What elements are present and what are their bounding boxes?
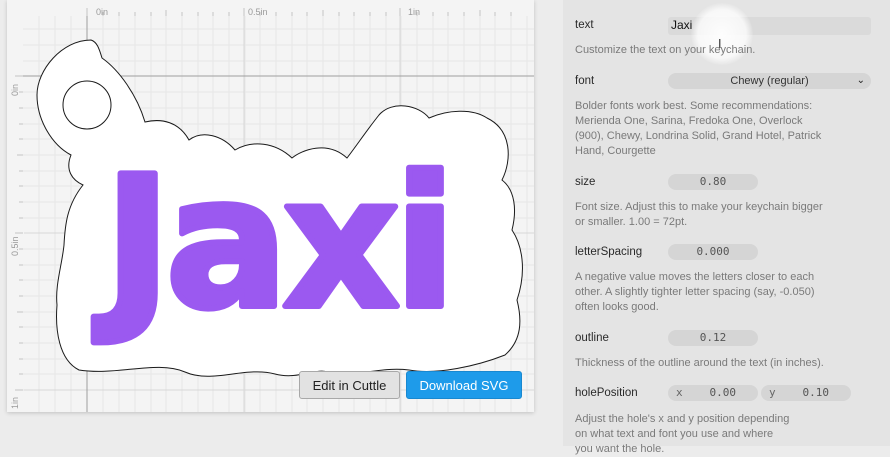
font-param-label: font	[575, 75, 595, 87]
size-input[interactable]: 0.80	[668, 174, 758, 190]
top-ruler	[7, 0, 534, 16]
size-param-label: size	[575, 176, 596, 188]
holeposition-y-input[interactable]: y 0.10	[761, 385, 851, 401]
top-ruler-label-1: 0.5in	[248, 7, 268, 17]
size-param-description: Font size. Adjust this to make your keyc…	[575, 201, 823, 228]
left-ruler-label-1: 0.5in	[10, 236, 20, 256]
left-ruler	[7, 0, 23, 412]
keychain-text[interactable]: Jaxi	[90, 134, 459, 352]
text-param-description: Customize the text on your keychain.	[575, 44, 756, 56]
outline-param-label: outline	[575, 332, 609, 344]
download-svg-button[interactable]: Download SVG	[406, 371, 522, 399]
letterspacing-param-description: A negative value moves the letters close…	[575, 271, 815, 313]
holeposition-x-value: 0.00	[709, 386, 737, 399]
holeposition-y-value: 0.10	[802, 386, 830, 399]
text-input[interactable]: Jaxi	[668, 17, 871, 35]
left-ruler-label-0: 0in	[10, 84, 20, 96]
holeposition-x-prefix: x	[676, 386, 683, 399]
top-ruler-label-0: 0in	[96, 7, 108, 17]
holeposition-y-prefix: y	[769, 386, 776, 399]
chevron-down-icon: ⌄	[856, 75, 865, 86]
text-param-label: text	[575, 19, 594, 31]
outline-input[interactable]: 0.12	[668, 330, 758, 346]
left-ruler-label-2: 1in	[10, 397, 20, 409]
font-select[interactable]: Chewy (regular) ⌄	[668, 73, 871, 89]
top-ruler-label-2: 1in	[408, 7, 420, 17]
letterspacing-input[interactable]: 0.000	[668, 244, 758, 260]
design-canvas[interactable]: 0in 0.5in 1in 0in 0.5in 1in Jaxi Edit in…	[7, 0, 534, 412]
holeposition-x-input[interactable]: x 0.00	[668, 385, 758, 401]
font-select-value: Chewy (regular)	[730, 75, 809, 87]
letterspacing-param-label: letterSpacing	[575, 246, 643, 258]
edit-in-cuttle-button[interactable]: Edit in Cuttle	[299, 371, 400, 399]
font-param-description: Bolder fonts work best. Some recommendat…	[575, 100, 822, 157]
canvas-drawing[interactable]: 0in 0.5in 1in 0in 0.5in 1in Jaxi	[7, 0, 534, 412]
holeposition-param-description: Adjust the hole's x and y position depen…	[575, 413, 790, 455]
keyring-hole[interactable]	[62, 80, 112, 130]
parameters-panel: text Jaxi Ι Customize the text on your k…	[563, 0, 890, 455]
outline-param-description: Thickness of the outline around the text…	[575, 357, 824, 369]
holeposition-param-label: holePosition	[575, 387, 638, 399]
